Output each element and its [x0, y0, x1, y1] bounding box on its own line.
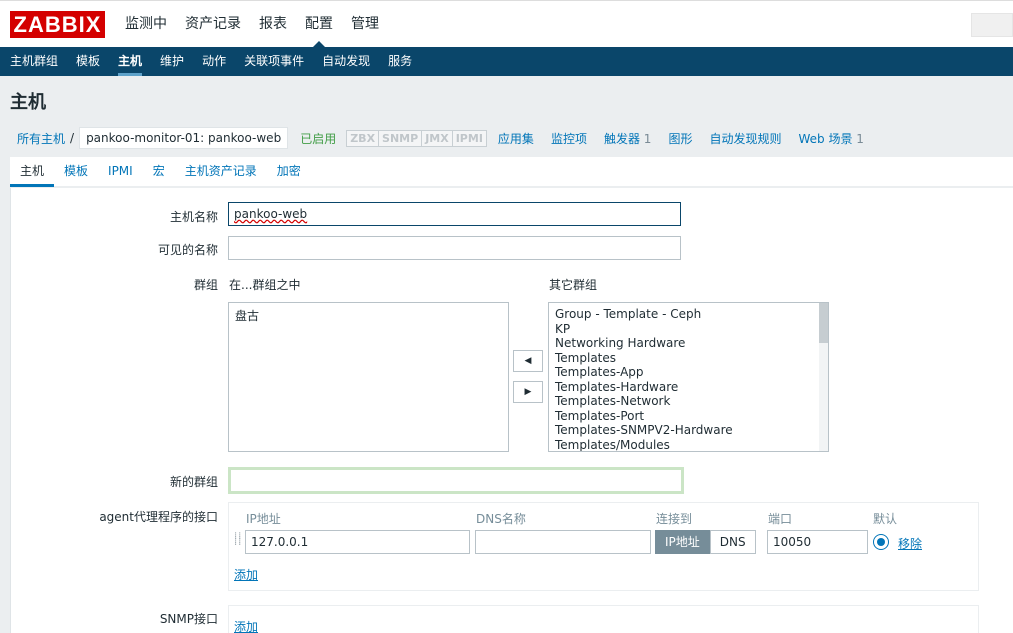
breadcrumb-current-host: pankoo-monitor-01: pankoo-web	[79, 127, 289, 149]
visible-name-label: 可见的名称	[157, 243, 218, 257]
breadcrumb-all-hosts[interactable]: 所有主机	[10, 130, 65, 147]
page-title: 主机	[10, 92, 46, 113]
col-port: 端口	[768, 512, 793, 526]
visible-name-input[interactable]	[228, 236, 681, 260]
tab-host[interactable]: 主机	[10, 157, 55, 187]
list-item[interactable]: Templates	[555, 351, 822, 366]
submenu-correlation[interactable]: 关联项事件	[235, 47, 313, 76]
col-connect: 连接到	[656, 512, 693, 526]
list-item[interactable]: Templates-Port	[555, 409, 822, 424]
new-group-label: 新的群组	[169, 475, 218, 489]
tab-encryption[interactable]: 加密	[267, 157, 311, 186]
link-items[interactable]: 监控项	[551, 130, 587, 147]
col-ip: IP地址	[246, 512, 281, 526]
scrollbar-thumb[interactable]	[819, 303, 828, 343]
in-groups-list[interactable]: 盘古	[228, 302, 509, 452]
host-navigation-bar: 所有主机 / pankoo-monitor-01: pankoo-web 已启用…	[10, 124, 1013, 152]
submenu-actions[interactable]: 动作	[193, 47, 235, 76]
list-item[interactable]: KP	[555, 322, 822, 337]
snmp-interfaces-box: 添加	[228, 605, 979, 633]
in-groups-label: 在...群组之中	[229, 278, 301, 292]
move-left-button[interactable]: ◀	[513, 350, 543, 372]
hostname-label: 主机名称	[169, 210, 218, 224]
menu-configuration[interactable]: 配置	[296, 1, 342, 48]
add-agent-interface-link[interactable]: 添加	[234, 566, 258, 583]
default-interface-radio[interactable]	[873, 534, 889, 550]
sub-menu: 主机群组 模板 主机 维护 动作 关联项事件 自动发现 服务	[0, 47, 1013, 76]
host-form: 主机名称 pankoo-web 可见的名称 群组 在...群组之中 其它群组 盘…	[10, 188, 1013, 633]
zabbix-logo[interactable]: ZABBIX	[10, 11, 105, 38]
web-scenarios-count: 1	[856, 131, 864, 146]
add-snmp-interface-link[interactable]: 添加	[234, 618, 258, 633]
list-item[interactable]: Templates-Hardware	[555, 380, 822, 395]
link-web-scenarios[interactable]: Web 场景 1	[798, 130, 863, 147]
connect-to-toggle: IP地址 DNS	[655, 530, 756, 554]
new-group-input[interactable]	[228, 467, 684, 494]
snmp-interfaces-label: SNMP接口	[159, 612, 218, 626]
availability-indicators: ZBX SNMP JMX IPMI	[346, 129, 487, 147]
availability-jmx: JMX	[421, 129, 453, 147]
connect-dns-button[interactable]: DNS	[709, 530, 756, 554]
agent-dns-input[interactable]	[475, 530, 651, 554]
submenu-discovery[interactable]: 自动发现	[313, 47, 379, 76]
menu-administration[interactable]: 管理	[342, 1, 388, 48]
other-groups-label: 其它群组	[549, 278, 598, 292]
breadcrumb-separator: /	[70, 131, 75, 145]
col-default: 默认	[873, 512, 898, 526]
list-item[interactable]: Templates/Modules	[555, 438, 822, 452]
list-item[interactable]: 盘古	[235, 307, 502, 324]
tab-ipmi[interactable]: IPMI	[98, 157, 143, 186]
drag-handle-icon[interactable]: ⁞⁞ ⁞⁞	[234, 532, 241, 552]
main-menu: 监测中 资产记录 报表 配置 管理	[116, 1, 388, 48]
submenu-services[interactable]: 服务	[379, 47, 421, 76]
submenu-hosts[interactable]: 主机	[109, 47, 151, 76]
connect-ip-button[interactable]: IP地址	[655, 530, 710, 554]
list-item[interactable]: Templates-App	[555, 365, 822, 380]
link-graphs[interactable]: 图形	[668, 130, 692, 147]
hostname-value: pankoo-web	[234, 207, 308, 221]
menu-reports[interactable]: 报表	[250, 1, 296, 48]
top-header: ZABBIX 监测中 资产记录 报表 配置 管理	[0, 0, 1013, 48]
submenu-templates[interactable]: 模板	[67, 47, 109, 76]
form-tabs: 主机 模板 IPMI 宏 主机资产记录 加密	[10, 157, 1013, 187]
link-triggers[interactable]: 触发器 1	[604, 130, 651, 147]
search-input[interactable]	[971, 13, 1013, 37]
triggers-count: 1	[643, 131, 652, 146]
list-item[interactable]: Group - Template - Ceph	[555, 307, 822, 322]
list-scrollbar[interactable]	[819, 303, 828, 451]
groups-label: 群组	[193, 278, 218, 292]
agent-port-input[interactable]: 10050	[767, 530, 868, 554]
tab-macros[interactable]: 宏	[143, 157, 175, 186]
other-groups-list[interactable]: Group - Template - Ceph KP Networking Ha…	[548, 302, 829, 452]
agent-interfaces-label: agent代理程序的接口	[99, 510, 218, 524]
availability-zbx: ZBX	[346, 129, 380, 147]
availability-ipmi: IPMI	[451, 129, 487, 147]
submenu-maintenance[interactable]: 维护	[151, 47, 193, 76]
hostname-input[interactable]: pankoo-web	[228, 202, 681, 226]
link-discovery-rules[interactable]: 自动发现规则	[709, 130, 781, 147]
host-status-badge[interactable]: 已启用	[300, 130, 336, 147]
availability-snmp: SNMP	[378, 129, 423, 147]
move-right-button[interactable]: ▶	[513, 381, 543, 403]
link-applications[interactable]: 应用集	[498, 130, 534, 147]
menu-monitoring[interactable]: 监测中	[116, 1, 176, 48]
list-item[interactable]: Templates-SNMPV2-Hardware	[555, 423, 822, 438]
agent-interfaces-box: IP地址 DNS名称 连接到 端口 默认 ⁞⁞ ⁞⁞ 127.0.0.1 IP地址…	[228, 502, 979, 591]
agent-ip-input[interactable]: 127.0.0.1	[245, 530, 470, 554]
submenu-host-groups[interactable]: 主机群组	[1, 47, 67, 76]
remove-interface-link[interactable]: 移除	[898, 535, 922, 552]
list-item[interactable]: Templates-Network	[555, 394, 822, 409]
col-dns: DNS名称	[476, 512, 526, 526]
list-item[interactable]: Networking Hardware	[555, 336, 822, 351]
host-links: 应用集 监控项 触发器 1 图形 自动发现规则 Web 场景 1	[498, 130, 881, 147]
tab-templates[interactable]: 模板	[54, 157, 98, 186]
menu-inventory[interactable]: 资产记录	[176, 1, 250, 48]
tab-inventory[interactable]: 主机资产记录	[175, 157, 267, 186]
